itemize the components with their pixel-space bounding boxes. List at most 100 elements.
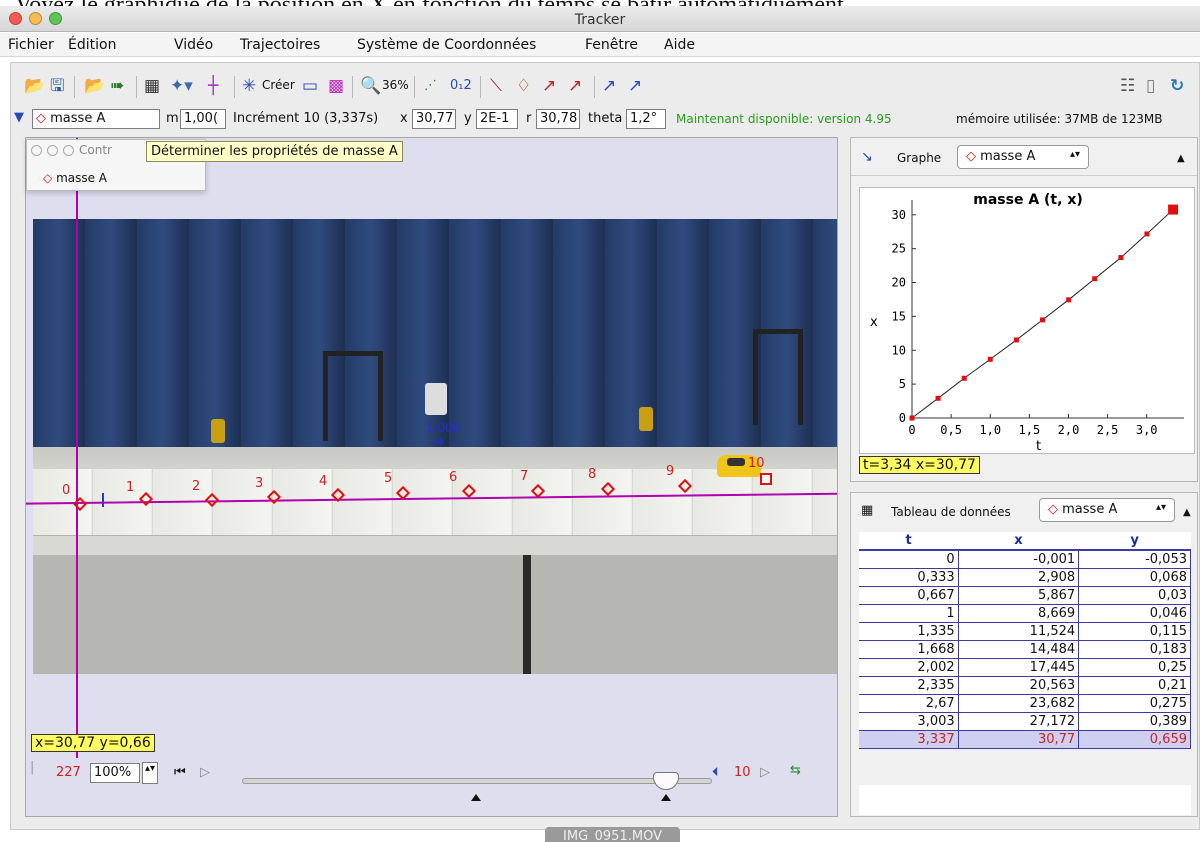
axis-vertical[interactable] [76,138,78,758]
refresh-icon[interactable]: ↻ [1170,76,1184,96]
menu-video[interactable]: Vidéo [174,37,213,53]
zoom-icon[interactable]: 🔍 [360,76,381,96]
table-row[interactable]: 2,335 20,563 0,21 [859,676,1191,695]
import-icon[interactable]: ➠ [110,76,124,96]
velocity-icon[interactable]: ↗ [542,76,556,96]
end-marker-icon[interactable] [661,794,671,801]
track-control-item[interactable]: ◇ masse A [43,171,107,185]
menu-trajectoires[interactable]: Trajectoires [240,37,320,53]
step-size[interactable]: 10 [734,765,751,780]
zoom-level[interactable]: 36% [382,78,409,92]
table-row[interactable]: 2,67 23,682 0,275 [859,694,1191,713]
menu-edition[interactable]: Édition [68,37,116,53]
table-row[interactable]: 2,002 17,445 0,25 [859,658,1191,677]
data-table[interactable]: txy 0 -0,001 -0,053 0,333 2,908 0,068 0,667 5,8… [859,532,1191,749]
table-cell[interactable]: 0,659 [1078,730,1191,749]
mass-field[interactable]: 1,00( [180,109,226,129]
step-back-button[interactable]: ⏴ [712,765,719,780]
track-selector[interactable]: ◇ masse A [32,109,160,129]
table-cell[interactable]: 11,524 [958,622,1080,641]
axes-icon[interactable]: ┼ [208,76,218,96]
table-cell[interactable]: 3,337 [859,730,959,749]
table-cell[interactable]: 0,667 [859,586,959,605]
table-cell[interactable]: 27,172 [958,712,1080,731]
table-cell[interactable]: -0,001 [958,550,1080,569]
table-cell[interactable]: 0,275 [1078,694,1191,713]
play-button[interactable]: ▷ [200,765,210,780]
collapse-triangle-icon[interactable]: ▲ [1183,507,1191,518]
table-cell[interactable]: 20,563 [958,676,1080,695]
table-cell[interactable]: 1 [859,604,959,623]
menu-systeme-coordonnees[interactable]: Système de Coordonnées [357,37,536,53]
track-menu-triangle-icon[interactable]: ▼ [14,110,24,125]
frame-slider[interactable] [242,778,712,784]
trace-icon[interactable]: ⋰ [424,76,437,96]
color-icon[interactable]: ▩ [328,76,344,96]
frame-number[interactable]: 227 [56,765,81,780]
theta-field[interactable]: 1,2° [626,109,666,129]
track-control-zoom-button[interactable] [63,145,74,156]
table-cell[interactable]: 1,668 [859,640,959,659]
table-cell[interactable]: 0,046 [1078,604,1191,623]
table-cell[interactable]: 0,333 [859,568,959,587]
table-cell[interactable]: 0,21 [1078,676,1191,695]
r-field[interactable]: 30,78 [536,109,580,129]
graph-icon[interactable]: ↘ [861,149,873,165]
rewind-button[interactable]: ⏮ [174,765,186,780]
table-row[interactable]: 0,333 2,908 0,068 [859,568,1191,587]
notes-icon[interactable]: ☷ [1120,76,1135,96]
graph-svg[interactable]: masse A (t, x) 0 0,5 1,0 1,5 2,0 2,5 3,0 0 5 10 15 2… [860,188,1196,455]
zoom-field[interactable]: 100% [90,763,140,783]
graph-track-dropdown[interactable]: ◇ masse A ▴▾ [957,145,1089,169]
vector-sum-icon[interactable]: ↗ [602,76,616,96]
table-panel[interactable]: ▦ Tableau de données ◇ masse A ▴▾ ▲ txy … [850,492,1198,817]
menu-aide[interactable]: Aide [664,37,695,53]
table-cell[interactable]: 17,445 [958,658,1080,677]
table-cell[interactable]: 0,183 [1078,640,1191,659]
table-cell[interactable]: 3,003 [859,712,959,731]
table-row[interactable]: 1,335 11,524 0,115 [859,622,1191,641]
acceleration-icon[interactable]: ↗ [568,76,582,96]
table-cell[interactable]: 0,068 [1078,568,1191,587]
table-cell[interactable]: 2,002 [859,658,959,677]
table-row[interactable]: 1 8,669 0,046 [859,604,1191,623]
position-marker-selected[interactable] [760,473,772,485]
table-cell[interactable]: 23,682 [958,694,1080,713]
create-button[interactable]: Créer [262,78,295,92]
table-icon[interactable]: ▦ [861,503,873,518]
frame-slider-thumb[interactable] [653,772,679,790]
start-marker-icon[interactable] [471,794,481,801]
update-notice[interactable]: Maintenant disponible: version 4.95 [676,112,892,126]
collapse-triangle-icon[interactable]: ▲ [1177,153,1185,164]
table-row[interactable]: 3,003 27,172 0,389 [859,712,1191,731]
path-icon[interactable]: ⟍ [490,76,502,96]
table-cell[interactable]: 30,77 [958,730,1080,749]
column-header[interactable]: t [859,532,959,551]
y-field[interactable]: 2E-1 [476,109,518,129]
track-control-close-button[interactable] [31,145,42,156]
table-row[interactable]: 0,667 5,867 0,03 [859,586,1191,605]
zoom-spinner[interactable]: ▴▾ [142,762,158,784]
table-cell[interactable]: 1,335 [859,622,959,641]
table-cell[interactable]: 2,908 [958,568,1080,587]
menu-fenetre[interactable]: Fenêtre [585,37,638,53]
clip-settings-icon[interactable]: ▦ [144,76,160,96]
open-folder-icon[interactable]: 📂 [24,76,45,96]
step-forward-button[interactable]: ▷ [760,765,770,780]
loop-icon[interactable]: ⇆ [790,763,801,778]
label-icon[interactable]: 0₁2 [450,76,472,96]
create-track-icon[interactable]: ✳ [242,76,256,96]
table-row[interactable]: 0 -0,001 -0,053 [859,550,1191,569]
position-icon[interactable]: ♢ [516,76,531,96]
graph-plot-area[interactable]: masse A (t, x) 0 0,5 1,0 1,5 2,0 2,5 3,0 0 5 10 15 2… [859,187,1195,454]
table-cell[interactable]: 2,335 [859,676,959,695]
table-track-dropdown[interactable]: ◇ masse A ▴▾ [1039,498,1175,522]
table-row[interactable]: 1,668 14,484 0,183 [859,640,1191,659]
save-icon[interactable]: 🖫 [50,76,64,96]
scale-arrow-icon[interactable]: ➔ [433,434,445,450]
video-panel[interactable]: 1,000 ➔ 0 1 2 3 4 5 6 7 8 9 10 x=30,77 y… [25,137,838,817]
center-of-mass-icon[interactable]: ↗ [628,76,642,96]
page-icon[interactable]: ▯ [1146,76,1155,96]
table-cell[interactable]: -0,053 [1078,550,1191,569]
column-header[interactable]: x [958,532,1079,551]
